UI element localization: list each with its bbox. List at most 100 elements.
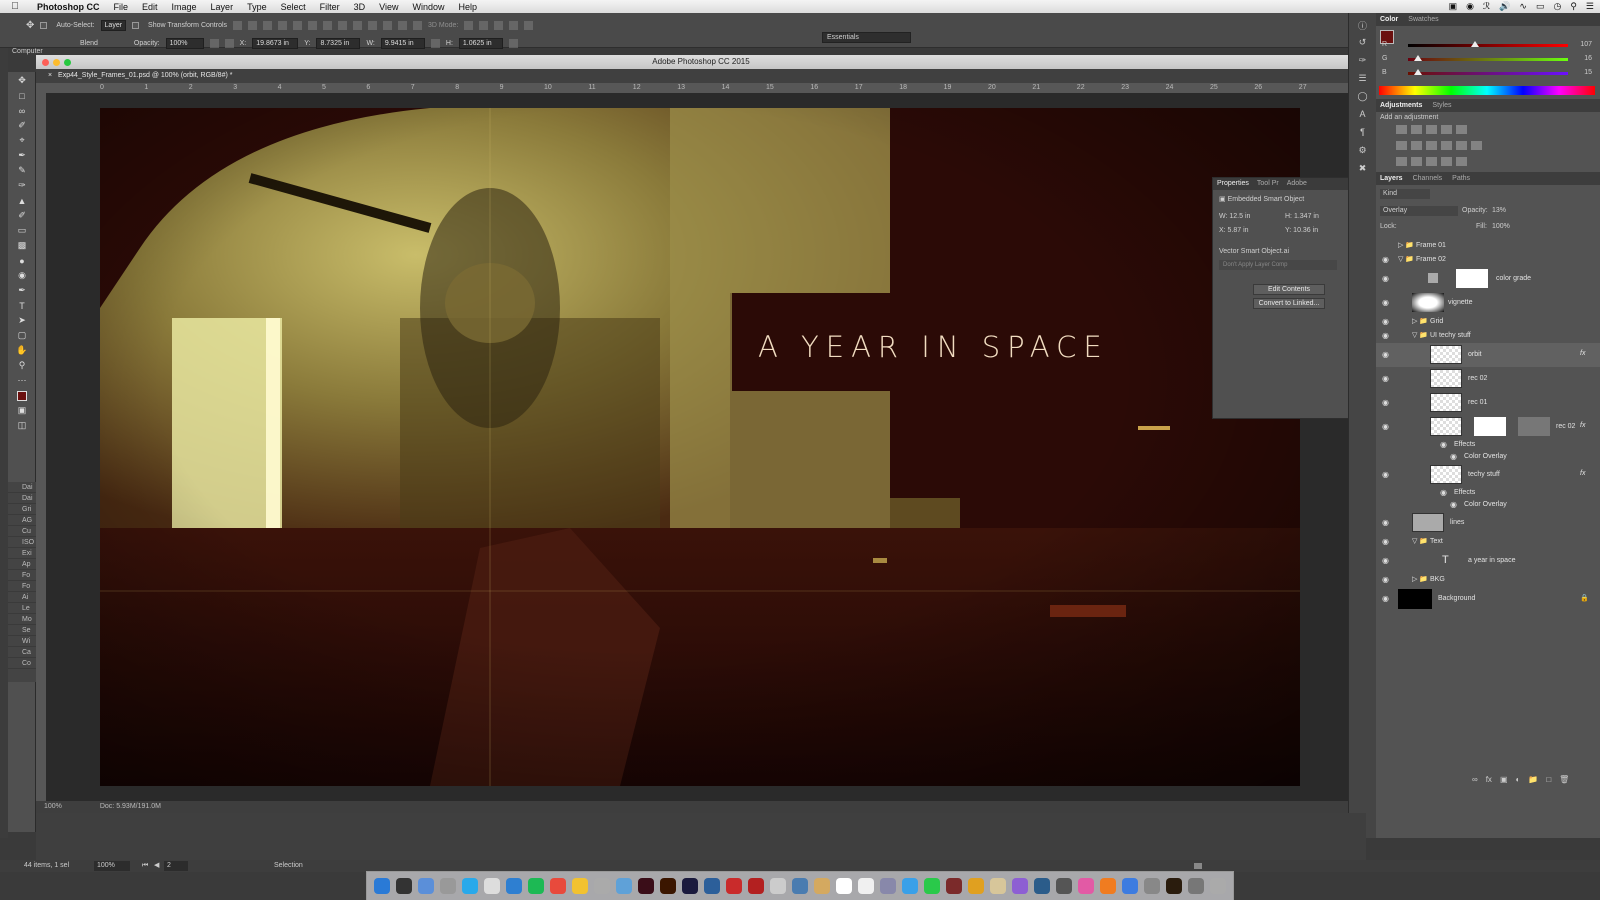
move-tool-icon[interactable]: ✥ (26, 20, 34, 31)
prop-h[interactable]: H: 1.347 in (1285, 213, 1319, 220)
bluetooth-icon[interactable]: ℛ (1483, 1, 1490, 12)
stamp-tool-icon[interactable]: ▲ (13, 194, 31, 207)
appstore-icon[interactable] (506, 878, 522, 894)
align-left-icon[interactable] (278, 20, 288, 30)
menu-window[interactable]: Window (405, 2, 451, 12)
threshold-icon[interactable] (1426, 157, 1437, 166)
menu-3d[interactable]: 3D (347, 2, 373, 12)
layer-row-techy-stuff[interactable]: ◉ techy stuff fx (1376, 463, 1600, 487)
layer-mask-thumb[interactable] (1474, 417, 1506, 436)
tools-icon[interactable]: ✖ (1356, 163, 1370, 175)
distribute-left-icon[interactable] (368, 20, 378, 30)
tab-properties[interactable]: Properties (1217, 178, 1249, 190)
menu-file[interactable]: File (107, 2, 136, 12)
b-slider[interactable] (1408, 69, 1568, 75)
3d-slide-icon[interactable] (509, 20, 519, 30)
skype-icon[interactable] (462, 878, 478, 894)
healing-brush-icon[interactable]: ✎ (13, 164, 31, 177)
search-icon[interactable]: ⚲ (1570, 1, 1577, 12)
eye-icon[interactable]: ◉ (1382, 331, 1389, 340)
convert-to-linked-button[interactable]: Convert to Linked... (1253, 298, 1325, 309)
hand-tool-icon[interactable]: ✋ (13, 344, 31, 357)
marquee-tool-icon[interactable]: □ (13, 89, 31, 102)
layer-row-a-year-in-space[interactable]: ◉ T a year in space (1376, 549, 1600, 573)
bottom-zoom-field[interactable]: 100% (94, 861, 130, 871)
eye-icon[interactable]: ◉ (1440, 488, 1447, 497)
layer-mask-thumb[interactable] (1456, 269, 1488, 288)
eye-icon[interactable]: ◉ (1450, 500, 1457, 509)
prev-page-icon[interactable]: ◀ (154, 860, 159, 872)
curves-icon[interactable] (1426, 125, 1437, 134)
slider-handle[interactable] (1413, 55, 1422, 61)
eye-icon[interactable]: ◉ (1440, 440, 1447, 449)
facetime-icon[interactable] (924, 878, 940, 894)
bw-icon[interactable] (1426, 141, 1437, 150)
new-group-icon[interactable]: 📁 (1528, 775, 1538, 784)
pages-icon[interactable] (990, 878, 1006, 894)
finder-window-icon[interactable] (594, 878, 610, 894)
levels-icon[interactable] (1411, 125, 1422, 134)
color-overlay-row[interactable]: ◉ Color Overlay (1376, 451, 1600, 463)
eye-icon[interactable]: ◉ (1382, 470, 1389, 479)
gradient-tool-icon[interactable]: ▩ (13, 239, 31, 252)
layer-row-color-grade[interactable]: ◉ color grade (1376, 267, 1600, 291)
eye-icon[interactable]: ◉ (1382, 575, 1389, 584)
layer-row-frame-01[interactable]: ▷ 📁 Frame 01 (1376, 239, 1600, 253)
brush-icon[interactable]: ✑ (13, 179, 31, 192)
clock-icon[interactable]: ◷ (1553, 1, 1561, 12)
messages-icon[interactable] (902, 878, 918, 894)
cinema4d-icon[interactable] (704, 878, 720, 894)
apple-icon[interactable]:  (0, 1, 30, 12)
align-right-icon[interactable] (308, 20, 318, 30)
photo-filter-icon[interactable] (1441, 141, 1452, 150)
notes-icon[interactable] (814, 878, 830, 894)
w-field[interactable]: 9.9415 in (380, 37, 425, 49)
sketch-icon[interactable] (792, 878, 808, 894)
type-tool-icon[interactable]: T (13, 299, 31, 312)
fx-icon[interactable]: fx (1580, 470, 1585, 477)
blend-mode-dropdown[interactable]: Overlay (1380, 206, 1458, 216)
distribute-top-icon[interactable] (323, 20, 333, 30)
layer-row-text-group[interactable]: ◉ ▽ 📁 Text (1376, 535, 1600, 549)
tab-adobe[interactable]: Adobe (1287, 178, 1307, 190)
dodge-tool-icon[interactable]: ◉ (13, 269, 31, 282)
illustrator-icon[interactable] (660, 878, 676, 894)
zoom-tool-icon[interactable]: ⚲ (13, 359, 31, 372)
xcode-icon[interactable] (1122, 878, 1138, 894)
zoom-level[interactable]: 100% (44, 803, 62, 810)
vlc-icon[interactable] (1100, 878, 1116, 894)
new-adjustment-icon[interactable]: ◐ (1516, 775, 1521, 784)
pen-tool-icon[interactable]: ✒ (13, 284, 31, 297)
info-icon[interactable]: ⓘ (1356, 19, 1370, 31)
acrobat-icon[interactable] (726, 878, 742, 894)
menu-help[interactable]: Help (451, 2, 484, 12)
vibrance-icon[interactable] (1456, 125, 1467, 134)
eye-icon[interactable]: ◉ (1382, 537, 1389, 546)
preview-icon[interactable] (484, 878, 500, 894)
vertical-ruler[interactable] (36, 83, 46, 803)
document-tab[interactable]: × Exp44_Style_Frames_01.psd @ 100% (orbi… (36, 69, 1366, 83)
gradient-map-icon[interactable] (1456, 157, 1467, 166)
menu-layer[interactable]: Layer (204, 2, 241, 12)
eye-icon[interactable]: ◉ (1382, 317, 1389, 326)
textedit-icon[interactable] (770, 878, 786, 894)
move-tool-icon[interactable]: ✥ (13, 74, 31, 87)
layer-row-grid[interactable]: ◉ ▷ 📁 Grid (1376, 315, 1600, 329)
photobooth-icon[interactable] (946, 878, 962, 894)
tab-swatches[interactable]: Swatches (1408, 13, 1438, 26)
slider-handle[interactable] (1471, 41, 1480, 47)
r-slider[interactable] (1408, 41, 1568, 47)
slider-handle[interactable] (1413, 69, 1422, 75)
color-swatch-icon[interactable] (13, 389, 31, 402)
menu-type[interactable]: Type (240, 2, 274, 12)
fx-icon[interactable]: fx (1580, 350, 1585, 357)
align-bottom-icon[interactable] (263, 20, 273, 30)
trash-icon[interactable] (1210, 878, 1226, 894)
close-window-icon[interactable] (42, 59, 49, 66)
add-mask-icon[interactable]: ▣ (1500, 775, 1508, 784)
contacts-icon[interactable] (880, 878, 896, 894)
eye-icon[interactable]: ◉ (1382, 350, 1389, 359)
align-center-icon[interactable] (293, 20, 303, 30)
photoshop-icon[interactable] (616, 878, 632, 894)
3d-rotate-icon[interactable] (464, 20, 474, 30)
